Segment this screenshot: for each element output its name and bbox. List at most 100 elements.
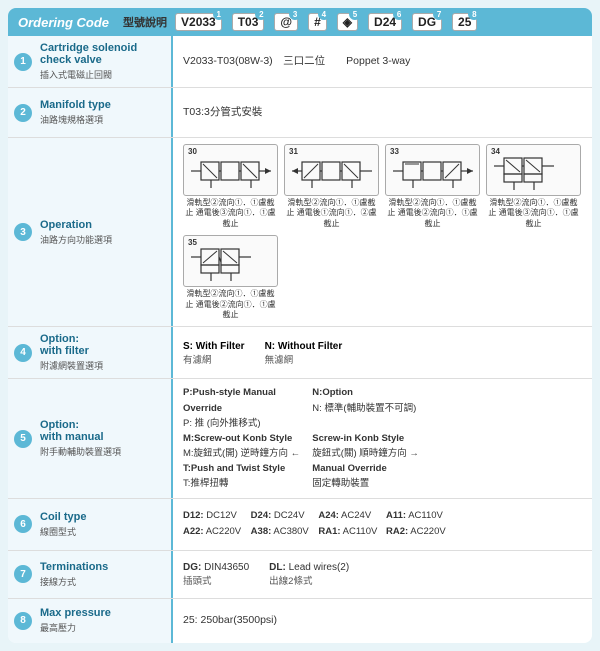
row-number-7: 7 <box>14 565 32 583</box>
row-number-5: 5 <box>14 430 32 448</box>
row-5-right: P:Push-style Manual Override P: 推 (向外推移式… <box>173 379 592 497</box>
row-8: 8 Max pressure 最高壓力 25: 250bar(3500psi) <box>8 599 592 643</box>
manual-n-code: N:Option <box>312 387 353 398</box>
manual-row-1: P:Push-style Manual Override P: 推 (向外推移式… <box>183 385 432 431</box>
row-1-content: V2033-T03(08W-3) 三口二位 Poppet 3-way <box>183 54 410 70</box>
filter-n-code: N: Without Filter <box>265 341 343 352</box>
row-5-title-en: Option:with manual <box>40 419 163 443</box>
coil-ra1: RA1: AC110V <box>318 525 378 539</box>
manual-row-2: M:Screw-out Konb Style M:旋鈕式(開) 逆時鐘方向 ← … <box>183 431 432 461</box>
diagram-label-2: 滑軌型②流向①．①盧截止 通電後②流向①．①盧截止 <box>385 198 480 229</box>
term-dl-label: DL: Lead wires(2) <box>269 562 349 573</box>
diagrams-area: 30 滑軌型②流向①．①盧截止 通電後③流向①．①盧截止31 滑軌型②流向①．①… <box>183 144 582 320</box>
coil-grid: D12: DC12V D24: DC24V A24: AC24V A11: AC… <box>183 509 446 540</box>
header-segment-7: DG7 <box>412 13 442 31</box>
row-3-left: 3 Operation 油路方向功能選項 <box>8 138 173 326</box>
filter-n-desc: 無濾網 <box>265 355 294 366</box>
row-2: 2 Manifold type 油路塊規格選項 T03:3分管式安裝 <box>8 88 592 138</box>
term-dg: DG: DIN43650 插頭式 <box>183 562 249 587</box>
row-2-title-en: Manifold type <box>40 99 163 111</box>
diagram-label-3: 滑軌型②流向①．①盧截止 通電後③流向①．①盧截止 <box>486 198 581 229</box>
manual-col-m: M:Screw-out Konb Style M:旋鈕式(開) 逆時鐘方向 ← <box>183 431 302 461</box>
row-8-right: 25: 250bar(3500psi) <box>173 599 592 643</box>
outer-container: Ordering Code 型號說明 V20331T032@3#4◈5D246D… <box>0 0 600 651</box>
row-8-title-en: Max pressure <box>40 607 163 619</box>
row-8-content: 25: 250bar(3500psi) <box>183 613 277 629</box>
row-4-left: 4 Option:with filter 附濾網裝置選項 <box>8 327 173 378</box>
row-number-1: 1 <box>14 53 32 71</box>
coil-ra2: RA2: AC220V <box>386 525 446 539</box>
filter-opt-s: S: With Filter 有濾網 <box>183 340 245 366</box>
manual-col-n: N:Option N: 標準(輔助裝置不可調) <box>312 385 431 431</box>
manual-mo-sub: 固定轉助裝置 <box>312 478 369 489</box>
manual-col-mo: Manual Override 固定轉助裝置 <box>312 461 431 491</box>
header-segments: V20331T032@3#4◈5D246DG7258 <box>175 13 483 31</box>
row-5-title-zh: 附手動輔助裝置選項 <box>40 445 163 458</box>
row-3-right: 30 滑軌型②流向①．①盧截止 通電後③流向①．①盧截止31 滑軌型②流向①．①… <box>173 138 592 326</box>
header-segment-5: ◈5 <box>337 13 358 31</box>
term-grid: DG: DIN43650 插頭式 DL: Lead wires(2) 出線2條式 <box>183 562 349 587</box>
manual-col-t: T:Push and Twist Style T:推桿扭轉 <box>183 461 302 491</box>
row-3-title-en: Operation <box>40 219 163 231</box>
diagram-item-1: 31 滑軌型②流向①．①盧截止 通電後①流向①．②盧截止 <box>284 144 379 229</box>
diagram-label-0: 滑軌型②流向①．①盧截止 通電後③流向①．①盧截止 <box>183 198 278 229</box>
manual-mo-code: Manual Override <box>312 463 386 474</box>
diagram-label-4: 滑軌型②流向①．①盧截止 通電後②流向①．①盧截止 <box>183 289 278 320</box>
row-5-left: 5 Option:with manual 附手動輔助裝置選項 <box>8 379 173 497</box>
manual-col-si: Screw-in Konb Style 旋鈕式(關) 順時鐘方向 → <box>312 431 431 461</box>
diagram-item-0: 30 滑軌型②流向①．①盧截止 通電後③流向①．①盧截止 <box>183 144 278 229</box>
term-dg-sub: 插頭式 <box>183 576 212 587</box>
diagram-item-2: 33 滑軌型②流向①．①盧截止 通電後②流向①．①盧截止 <box>385 144 480 229</box>
coil-d12: D12: DC12V <box>183 509 243 523</box>
manual-t-code: T:Push and Twist Style <box>183 463 285 474</box>
ordering-code-title: Ordering Code <box>18 15 109 30</box>
term-dl-sub: 出線2條式 <box>269 576 312 587</box>
row-6-left: 6 Coil type 線圈型式 <box>8 499 173 550</box>
manual-t-sub: T:推桿扭轉 <box>183 478 228 489</box>
header-bar: Ordering Code 型號說明 V20331T032@3#4◈5D246D… <box>8 8 592 36</box>
row-1-title-zh: 插入式電磁止回閥 <box>40 68 163 81</box>
row-6-title-zh: 線圈型式 <box>40 525 163 538</box>
filter-opt-n: N: Without Filter 無濾網 <box>265 340 343 366</box>
diagram-label-1: 滑軌型②流向①．①盧截止 通電後①流向①．②盧截止 <box>284 198 379 229</box>
row-7-title-en: Terminations <box>40 561 163 573</box>
header-segment-1: V20331 <box>175 13 222 31</box>
filter-options: S: With Filter 有濾網 N: Without Filter 無濾網 <box>183 340 342 366</box>
row-2-content: T03:3分管式安裝 <box>183 105 262 121</box>
manual-p-sub: P: 推 (向外推移式) <box>183 418 261 429</box>
row-4-title-en: Option:with filter <box>40 333 163 357</box>
row-number-8: 8 <box>14 612 32 630</box>
row-2-right: T03:3分管式安裝 <box>173 88 592 137</box>
manual-m-sub: M:旋鈕式(開) 逆時鐘方向 ← <box>183 448 300 459</box>
header-segment-4: #4 <box>308 13 327 31</box>
row-4-right: S: With Filter 有濾網 N: Without Filter 無濾網 <box>173 327 592 378</box>
row-8-left: 8 Max pressure 最高壓力 <box>8 599 173 643</box>
header-segment-8: 258 <box>452 13 477 31</box>
row-8-title-zh: 最高壓力 <box>40 621 163 634</box>
header-segment-6: D246 <box>368 13 402 31</box>
coil-a38: A38: AC380V <box>251 525 311 539</box>
term-dl: DL: Lead wires(2) 出線2條式 <box>269 562 349 587</box>
row-6: 6 Coil type 線圈型式 D12: DC12V D24: DC24V A… <box>8 499 592 551</box>
manual-n-sub: N: 標準(輔助裝置不可調) <box>312 403 416 414</box>
manual-si-code: Screw-in Konb Style <box>312 433 404 444</box>
manual-p-code: P:Push-style Manual Override <box>183 387 276 413</box>
row-4: 4 Option:with filter 附濾網裝置選項 S: With Fil… <box>8 327 592 379</box>
diagram-item-3: 34 滑軌型②流向①．①盧截止 通電後③流向①．①盧截止 <box>486 144 581 229</box>
row-2-left: 2 Manifold type 油路塊規格選項 <box>8 88 173 137</box>
coil-a11: A11: AC110V <box>386 509 446 523</box>
row-number-6: 6 <box>14 515 32 533</box>
row-3: 3 Operation 油路方向功能選項 30 滑軌型②流向①．①盧截止 通電後… <box>8 138 592 327</box>
row-3-title-zh: 油路方向功能選項 <box>40 233 163 246</box>
manual-m-code: M:Screw-out Konb Style <box>183 433 292 444</box>
manual-si-sub: 旋鈕式(關) 順時鐘方向 → <box>312 448 419 459</box>
filter-s-desc: 有濾網 <box>183 355 212 366</box>
coil-d24: D24: DC24V <box>251 509 311 523</box>
filter-s-code: S: With Filter <box>183 341 245 352</box>
row-7-left: 7 Terminations 接線方式 <box>8 551 173 598</box>
manual-row-3: T:Push and Twist Style T:推桿扭轉 Manual Ove… <box>183 461 432 491</box>
header-segment-2: T032 <box>232 13 265 31</box>
row-number-3: 3 <box>14 223 32 241</box>
row-6-title-en: Coil type <box>40 511 163 523</box>
row-7-right: DG: DIN43650 插頭式 DL: Lead wires(2) 出線2條式 <box>173 551 592 598</box>
